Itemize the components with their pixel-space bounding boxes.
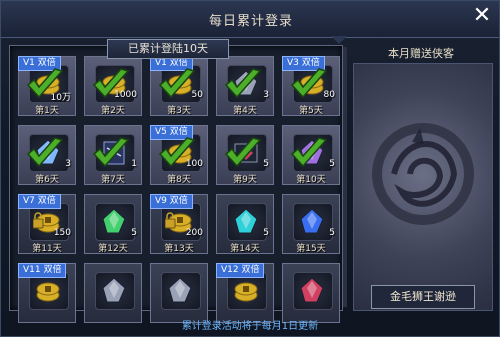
reward-grid: 10万 第1天 V1 双倍 1000 第2天 50 第3天 V1 双倍 3 第4天 80 第5天 V3 … bbox=[9, 45, 343, 323]
title-divider bbox=[331, 36, 347, 44]
day-label: 第13天 bbox=[164, 244, 194, 254]
reward-cell[interactable]: 100 第8天 V5 双倍 bbox=[150, 125, 208, 185]
item-count: 5 bbox=[263, 159, 269, 169]
dragon-emblem-icon bbox=[372, 123, 474, 225]
reward-cell[interactable]: 200 第13天 V9 双倍 bbox=[150, 194, 208, 254]
item-count: 1 bbox=[131, 159, 137, 169]
titlebar: 每日累计登录 ✕ bbox=[1, 1, 499, 38]
monthly-hero-title: 本月赠送侠客 bbox=[388, 47, 454, 60]
reward-cell[interactable]: 5 第15天 bbox=[282, 194, 340, 254]
reward-cell[interactable]: 3 第6天 bbox=[18, 125, 76, 185]
day-label: 第5天 bbox=[299, 106, 323, 116]
reward-cell[interactable]: 10万 第1天 V1 双倍 bbox=[18, 56, 76, 116]
day-label: 第10天 bbox=[296, 175, 326, 185]
day-label: 第4天 bbox=[233, 106, 257, 116]
vip-double-badge: V11 双倍 bbox=[18, 263, 67, 278]
reward-cell[interactable]: 80 第5天 V3 双倍 bbox=[282, 56, 340, 116]
item-count: 5 bbox=[329, 159, 335, 169]
day-label: 第11天 bbox=[32, 244, 62, 254]
item-count: 3 bbox=[263, 90, 269, 100]
reward-cell[interactable] bbox=[150, 263, 208, 323]
red-gem-icon bbox=[300, 277, 324, 303]
vip-double-badge: V7 双倍 bbox=[18, 194, 61, 209]
accumulated-days-label: 已累计登陆10天 bbox=[107, 39, 229, 59]
close-icon[interactable]: ✕ bbox=[469, 3, 495, 29]
reward-cell[interactable]: 5 第12天 bbox=[84, 194, 142, 254]
check-mark-icon bbox=[92, 68, 130, 99]
item-count: 5 bbox=[329, 228, 335, 238]
reward-cell[interactable] bbox=[84, 263, 142, 323]
check-mark-icon bbox=[92, 137, 130, 168]
cyan-crystal-icon bbox=[234, 208, 258, 234]
reward-cell[interactable]: 1 第7天 bbox=[84, 125, 142, 185]
check-mark-icon bbox=[158, 68, 196, 99]
window-title: 每日累计登录 bbox=[208, 14, 293, 29]
vip-double-badge: V9 双倍 bbox=[150, 194, 193, 209]
reward-cell[interactable] bbox=[282, 263, 340, 323]
day-label: 第8天 bbox=[167, 175, 191, 185]
day-label: 第14天 bbox=[230, 244, 260, 254]
day-label: 第15天 bbox=[296, 244, 326, 254]
footer-notice: 累计登录活动将于每月1日更新 bbox=[181, 321, 319, 332]
item-count: 3 bbox=[65, 159, 71, 169]
day-label: 第6天 bbox=[35, 175, 59, 185]
login-reward-window: 每日累计登录 ✕ 已累计登陆10天 10万 第1天 V1 双倍 1000 第2天 50 第3… bbox=[0, 0, 500, 337]
check-mark-icon bbox=[224, 68, 262, 99]
check-mark-icon bbox=[158, 137, 196, 168]
reward-cell[interactable]: 3 第4天 bbox=[216, 56, 274, 116]
check-mark-icon bbox=[26, 68, 64, 99]
hero-portrait bbox=[353, 63, 493, 311]
vip-double-badge: V12 双倍 bbox=[216, 263, 265, 278]
scrollbar[interactable] bbox=[343, 47, 347, 307]
check-mark-icon bbox=[290, 68, 328, 99]
day-label: 第2天 bbox=[101, 106, 125, 116]
blue-crystal-icon bbox=[300, 208, 324, 234]
hero-name-plate[interactable]: 金毛狮王谢逊 bbox=[371, 285, 475, 309]
item-count: 200 bbox=[185, 228, 203, 238]
gray-ore-icon bbox=[168, 277, 192, 303]
check-mark-icon bbox=[224, 137, 262, 168]
check-mark-icon bbox=[26, 137, 64, 168]
gray-ore-icon bbox=[102, 277, 126, 303]
item-count: 5 bbox=[263, 228, 269, 238]
item-count: 150 bbox=[53, 228, 71, 238]
day-label: 第7天 bbox=[101, 175, 125, 185]
reward-cell[interactable]: V12 双倍 bbox=[216, 263, 274, 323]
reward-cell[interactable]: 50 第3天 V1 双倍 bbox=[150, 56, 208, 116]
gold-coins-icon bbox=[234, 282, 258, 302]
check-mark-icon bbox=[290, 137, 328, 168]
gold-coins-icon bbox=[36, 282, 60, 302]
reward-cell[interactable]: 5 第10天 bbox=[282, 125, 340, 185]
day-label: 第12天 bbox=[98, 244, 128, 254]
day-label: 第3天 bbox=[167, 106, 191, 116]
green-crystal-icon bbox=[102, 208, 126, 234]
reward-cell[interactable]: 1000 第2天 bbox=[84, 56, 142, 116]
item-count: 5 bbox=[131, 228, 137, 238]
reward-cell[interactable]: 5 第9天 bbox=[216, 125, 274, 185]
reward-cell[interactable]: 5 第14天 bbox=[216, 194, 274, 254]
day-label: 第9天 bbox=[233, 175, 257, 185]
day-label: 第1天 bbox=[35, 106, 59, 116]
reward-cell[interactable]: 150 第11天 V7 双倍 bbox=[18, 194, 76, 254]
reward-cell[interactable]: V11 双倍 bbox=[18, 263, 76, 323]
